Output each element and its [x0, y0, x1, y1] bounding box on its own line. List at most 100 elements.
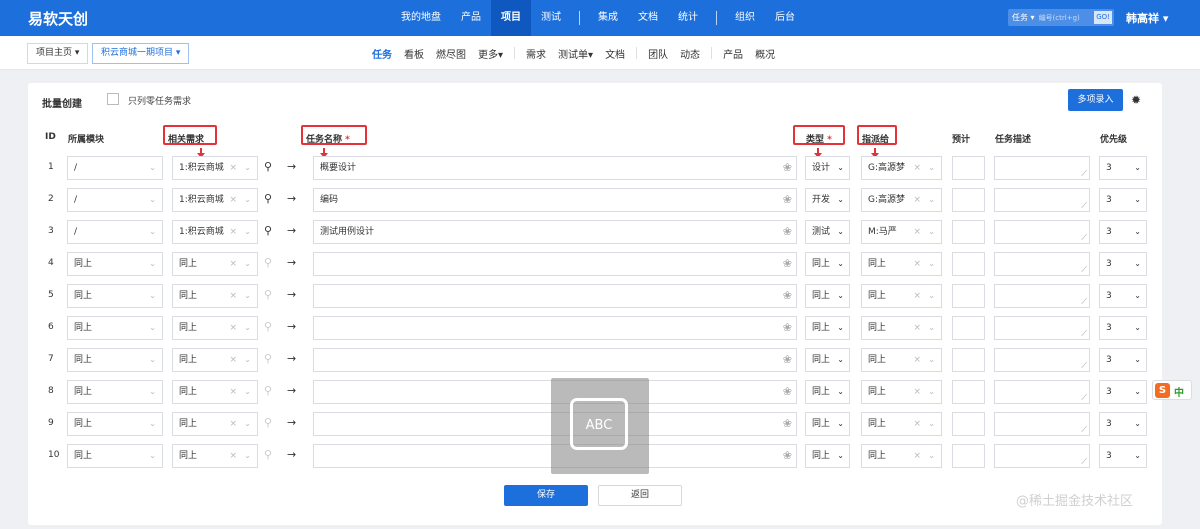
palette-icon[interactable]: ❀ — [783, 221, 792, 243]
search-icon[interactable]: ⚲ — [264, 448, 272, 461]
arrow-right-icon[interactable]: → — [287, 288, 296, 301]
type-select[interactable]: 设计 ⌄ — [805, 156, 850, 180]
description-textarea[interactable]: ⟋ — [994, 188, 1090, 212]
palette-icon[interactable]: ❀ — [783, 189, 792, 211]
user-menu[interactable]: 韩高祥 ▾ — [1126, 10, 1168, 26]
priority-select[interactable]: 3 ⌄ — [1099, 188, 1147, 212]
nav-item[interactable]: 测试 — [531, 0, 571, 36]
palette-icon[interactable]: ❀ — [783, 413, 792, 435]
multi-entry-button[interactable]: 多项录入 — [1068, 89, 1123, 111]
module-select[interactable]: 同上 ⌄ — [67, 284, 163, 308]
clear-icon[interactable]: × — [229, 221, 237, 243]
nav-item[interactable]: 后台 — [765, 0, 805, 36]
resize-grip-icon[interactable]: ⟋ — [1081, 426, 1087, 434]
arrow-right-icon[interactable]: → — [287, 320, 296, 333]
nav-item[interactable]: 我的地盘 — [391, 0, 451, 36]
palette-icon[interactable]: ❀ — [783, 445, 792, 467]
story-select[interactable]: 同上 × ⌄ — [172, 252, 258, 276]
resize-grip-icon[interactable]: ⟋ — [1081, 202, 1087, 210]
module-select[interactable]: 同上 ⌄ — [67, 252, 163, 276]
resize-grip-icon[interactable]: ⟋ — [1081, 298, 1087, 306]
priority-select[interactable]: 3 ⌄ — [1099, 220, 1147, 244]
description-textarea[interactable]: ⟋ — [994, 380, 1090, 404]
module-select[interactable]: 同上 ⌄ — [67, 380, 163, 404]
subnav-item[interactable]: 任务 — [366, 46, 398, 61]
palette-icon[interactable]: ❀ — [783, 381, 792, 403]
type-select[interactable]: 同上 ⌄ — [805, 412, 850, 436]
task-name-input[interactable]: 编码 ❀ — [313, 188, 797, 212]
search-icon[interactable]: ⚲ — [264, 416, 272, 429]
gear-icon[interactable]: ✹ — [1131, 93, 1141, 107]
priority-select[interactable]: 3 ⌄ — [1099, 156, 1147, 180]
task-name-input[interactable]: ❀ — [313, 284, 797, 308]
nav-item[interactable]: 产品 — [451, 0, 491, 36]
arrow-right-icon[interactable]: → — [287, 192, 296, 205]
clear-icon[interactable]: × — [229, 285, 237, 307]
module-select[interactable]: 同上 ⌄ — [67, 348, 163, 372]
nav-item[interactable]: 文档 — [628, 0, 668, 36]
clear-icon[interactable]: × — [229, 381, 237, 403]
palette-icon[interactable]: ❀ — [783, 285, 792, 307]
task-name-input[interactable]: 概要设计 ❀ — [313, 156, 797, 180]
resize-grip-icon[interactable]: ⟋ — [1081, 362, 1087, 370]
resize-grip-icon[interactable]: ⟋ — [1081, 330, 1087, 338]
clear-icon[interactable]: × — [229, 157, 237, 179]
estimate-input[interactable] — [952, 188, 985, 212]
assignee-select[interactable]: 同上 × ⌄ — [861, 284, 942, 308]
story-select[interactable]: 1:积云商城 × ⌄ — [172, 188, 258, 212]
story-select[interactable]: 同上 × ⌄ — [172, 444, 258, 468]
clear-icon[interactable]: × — [913, 381, 921, 403]
priority-select[interactable]: 3 ⌄ — [1099, 284, 1147, 308]
clear-icon[interactable]: × — [913, 221, 921, 243]
arrow-right-icon[interactable]: → — [287, 352, 296, 365]
assignee-select[interactable]: 同上 × ⌄ — [861, 252, 942, 276]
palette-icon[interactable]: ❀ — [783, 157, 792, 179]
estimate-input[interactable] — [952, 380, 985, 404]
estimate-input[interactable] — [952, 444, 985, 468]
assignee-select[interactable]: G:高源梦 × ⌄ — [861, 156, 942, 180]
breadcrumb-project-home[interactable]: 项目主页 ▾ — [27, 43, 89, 64]
description-textarea[interactable]: ⟋ — [994, 316, 1090, 340]
type-select[interactable]: 同上 ⌄ — [805, 316, 850, 340]
resize-grip-icon[interactable]: ⟋ — [1081, 266, 1087, 274]
search-icon[interactable]: ⚲ — [264, 192, 272, 205]
estimate-input[interactable] — [952, 220, 985, 244]
type-select[interactable]: 同上 ⌄ — [805, 284, 850, 308]
resize-grip-icon[interactable]: ⟋ — [1081, 170, 1087, 178]
arrow-right-icon[interactable]: → — [287, 448, 296, 461]
estimate-input[interactable] — [952, 252, 985, 276]
clear-icon[interactable]: × — [913, 189, 921, 211]
description-textarea[interactable]: ⟋ — [994, 444, 1090, 468]
search-icon[interactable]: ⚲ — [264, 224, 272, 237]
arrow-right-icon[interactable]: → — [287, 224, 296, 237]
estimate-input[interactable] — [952, 284, 985, 308]
task-name-input[interactable]: ❀ — [313, 252, 797, 276]
nav-item[interactable]: 统计 — [668, 0, 708, 36]
assignee-select[interactable]: 同上 × ⌄ — [861, 444, 942, 468]
module-select[interactable]: / ⌄ — [67, 188, 163, 212]
search-icon[interactable]: ⚲ — [264, 320, 272, 333]
module-select[interactable]: 同上 ⌄ — [67, 412, 163, 436]
subnav-item[interactable]: 团队 — [642, 46, 674, 61]
subnav-item[interactable]: 需求 — [520, 46, 552, 61]
type-select[interactable]: 同上 ⌄ — [805, 380, 850, 404]
clear-icon[interactable]: × — [229, 349, 237, 371]
type-select[interactable]: 同上 ⌄ — [805, 252, 850, 276]
story-select[interactable]: 同上 × ⌄ — [172, 284, 258, 308]
priority-select[interactable]: 3 ⌄ — [1099, 316, 1147, 340]
priority-select[interactable]: 3 ⌄ — [1099, 444, 1147, 468]
assignee-select[interactable]: 同上 × ⌄ — [861, 380, 942, 404]
search-input[interactable] — [1038, 13, 1089, 22]
assignee-select[interactable]: 同上 × ⌄ — [861, 316, 942, 340]
resize-grip-icon[interactable]: ⟋ — [1081, 234, 1087, 242]
estimate-input[interactable] — [952, 412, 985, 436]
story-select[interactable]: 同上 × ⌄ — [172, 316, 258, 340]
description-textarea[interactable]: ⟋ — [994, 284, 1090, 308]
search-icon[interactable]: ⚲ — [264, 352, 272, 365]
search-icon[interactable]: ⚲ — [264, 256, 272, 269]
task-name-input[interactable]: ❀ — [313, 348, 797, 372]
description-textarea[interactable]: ⟋ — [994, 252, 1090, 276]
nav-item[interactable]: 项目 — [491, 0, 531, 36]
priority-select[interactable]: 3 ⌄ — [1099, 412, 1147, 436]
clear-icon[interactable]: × — [913, 253, 921, 275]
